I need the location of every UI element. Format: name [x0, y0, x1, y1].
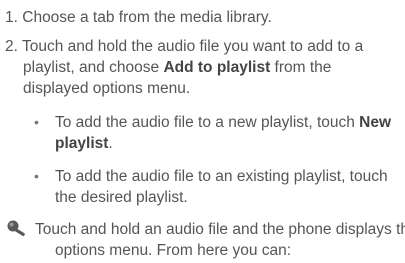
add-to-playlist-label: Add to playlist: [163, 59, 271, 76]
step-2-text-line-3: displayed options menu.: [23, 80, 191, 97]
step-2-text-line-1: Touch and hold the audio file you want t…: [21, 38, 364, 55]
step-1: 1. Choose a tab from the media library.: [5, 7, 272, 28]
bullet-2-text-line-2: the desired playlist.: [55, 189, 188, 206]
step-2-line-2: playlist, and choose Add to playlist fro…: [23, 57, 331, 78]
tip-line-1: Touch and hold an audio file and the pho…: [35, 219, 405, 240]
playlist-label: playlist: [55, 135, 109, 152]
step-2-text-pre: playlist, and choose: [23, 59, 164, 76]
step-1-number: 1.: [5, 9, 18, 26]
step-2-number: 2.: [5, 38, 18, 55]
bullet-marker: •: [34, 168, 39, 184]
bullet-marker: •: [34, 114, 39, 130]
instruction-document: 1. Choose a tab from the media library. …: [0, 0, 405, 263]
step-2-text-post: from the: [270, 59, 332, 76]
bullet-1-text-post: .: [108, 135, 113, 152]
step-1-text: Choose a tab from the media library.: [22, 9, 272, 26]
tip-text-line-1: Touch and hold an audio file and the pho…: [35, 221, 405, 238]
step-2-line-3: displayed options menu.: [23, 78, 190, 99]
step-2-line-1: 2. Touch and hold the audio file you wan…: [5, 36, 363, 57]
tip-line-2: options menu. From here you can:: [55, 240, 291, 261]
bullet-1-line-2: playlist.: [55, 133, 113, 154]
bullet-1-text-pre: To add the audio file to a new playlist,…: [55, 114, 360, 131]
tip-text-line-2: options menu. From here you can:: [55, 242, 292, 259]
bullet-2-text-line-1: To add the audio file to an existing pla…: [55, 168, 388, 185]
bullet-2-line-1: To add the audio file to an existing pla…: [55, 166, 388, 187]
bullet-1-line-1: To add the audio file to a new playlist,…: [55, 112, 391, 133]
bullet-2-line-2: the desired playlist.: [55, 187, 188, 208]
magnifier-tip-icon: [6, 219, 30, 237]
new-label: New: [359, 114, 392, 131]
